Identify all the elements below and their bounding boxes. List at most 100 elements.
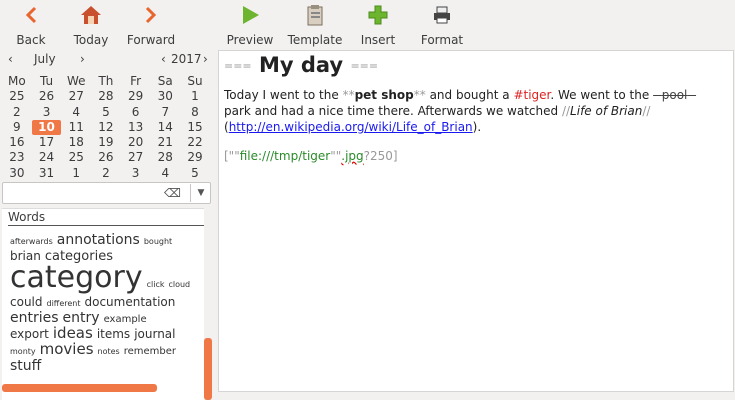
calendar-day[interactable]: 25	[61, 150, 91, 165]
search-input[interactable]	[5, 185, 155, 201]
toolbar: Back Today Forward Preview Template Inse…	[0, 0, 735, 50]
calendar-day[interactable]: 9	[2, 120, 32, 135]
forward-button[interactable]: Forward	[124, 4, 178, 48]
calendar-day[interactable]: 21	[150, 135, 180, 150]
cloud-word[interactable]: category	[10, 263, 143, 293]
plus-icon	[368, 4, 388, 26]
calendar-day[interactable]: 17	[32, 135, 62, 150]
strike-marker: --	[653, 88, 662, 102]
calendar-day[interactable]: 7	[150, 105, 180, 120]
text-run: ).	[472, 120, 482, 134]
home-icon	[80, 4, 102, 26]
calendar-day[interactable]: 28	[150, 150, 180, 165]
text-run: park and had a nice time there. Afterwar…	[224, 104, 562, 118]
calendar-day[interactable]: 8	[180, 105, 210, 120]
cloud-word[interactable]: journal	[134, 328, 175, 340]
cloud-word[interactable]: remember	[124, 347, 176, 357]
preview-button[interactable]: Preview	[226, 4, 274, 48]
cloud-word[interactable]: cloud	[168, 281, 190, 289]
calendar-day[interactable]: 13	[121, 120, 151, 135]
calendar-day[interactable]: 10	[31, 119, 62, 136]
calendar-day[interactable]: 1	[61, 166, 91, 181]
cloud-word[interactable]: different	[47, 300, 81, 308]
calendar-day[interactable]: 12	[91, 120, 121, 135]
back-button[interactable]: Back	[12, 4, 50, 48]
calendar-day[interactable]: 14	[150, 120, 180, 135]
cloud-word[interactable]: example	[104, 315, 147, 325]
word-cloud-scroll-thumb[interactable]	[204, 338, 212, 400]
horizontal-scroll-thumb[interactable]	[2, 384, 157, 392]
calendar-day[interactable]: 4	[150, 166, 180, 181]
calendar-day[interactable]: 30	[2, 166, 32, 181]
cloud-word[interactable]: could	[10, 296, 43, 308]
calendar-day[interactable]: 2	[2, 105, 32, 120]
dropdown-arrow-icon[interactable]: ▼	[190, 184, 211, 202]
calendar-day[interactable]: 15	[180, 120, 210, 135]
calendar-day[interactable]: 25	[2, 89, 32, 104]
image-url[interactable]: file:///tmp/tiger	[240, 149, 330, 163]
calendar-day[interactable]: 27	[61, 89, 91, 104]
cloud-word[interactable]: notes	[98, 348, 120, 356]
cloud-word[interactable]: monty	[10, 348, 36, 356]
calendar-day[interactable]: 6	[121, 105, 151, 120]
calendar-day[interactable]: 16	[2, 135, 32, 150]
cloud-word[interactable]: stuff	[10, 359, 41, 373]
cloud-word[interactable]: afterwards	[10, 238, 53, 246]
cloud-word[interactable]: movies	[40, 342, 94, 357]
calendar-day[interactable]: 11	[61, 120, 91, 135]
editor[interactable]: === My day === Today I went to the **pet…	[218, 50, 734, 392]
calendar-day[interactable]: 3	[121, 166, 151, 181]
back-label: Back	[16, 33, 46, 47]
calendar-day[interactable]: 28	[91, 89, 121, 104]
prev-year-button[interactable]: ‹	[161, 52, 166, 66]
title-marker-close: ===	[350, 59, 379, 73]
calendar-day[interactable]: 19	[91, 135, 121, 150]
cloud-word[interactable]: click	[147, 281, 165, 289]
format-button[interactable]: Format	[418, 4, 466, 48]
cloud-word[interactable]: entries	[10, 311, 59, 325]
calendar-day[interactable]: 29	[180, 150, 210, 165]
clear-icon[interactable]: ⌫	[164, 186, 181, 200]
calendar-day[interactable]: 26	[91, 150, 121, 165]
cloud-word[interactable]: documentation	[84, 296, 175, 308]
calendar-day[interactable]: 26	[32, 89, 62, 104]
calendar-day[interactable]: 29	[121, 89, 151, 104]
play-icon	[239, 4, 261, 26]
calendar-day[interactable]: 5	[91, 105, 121, 120]
calendar-week-row: 2345678	[2, 105, 210, 120]
calendar-day[interactable]: 4	[61, 105, 91, 120]
calendar-day[interactable]: 18	[61, 135, 91, 150]
preview-label: Preview	[226, 33, 274, 47]
calendar-day[interactable]: 20	[121, 135, 151, 150]
italic-marker: //	[642, 104, 651, 118]
cloud-word[interactable]: annotations	[57, 233, 140, 247]
template-button[interactable]: Template	[286, 4, 344, 48]
italic-marker: //	[561, 104, 571, 118]
insert-button[interactable]: Insert	[358, 4, 398, 48]
calendar-day[interactable]: 30	[150, 89, 180, 104]
calendar-week-row: 16 17 18 19 20 21 22	[2, 135, 210, 150]
cloud-word[interactable]: export	[10, 328, 49, 340]
calendar-day[interactable]: 23	[2, 150, 32, 165]
weekday-row: Mo Tu We Th Fr Sa Su	[2, 74, 210, 89]
cloud-word[interactable]: items	[97, 328, 130, 340]
cloud-word[interactable]: bought	[144, 238, 172, 246]
today-button[interactable]: Today	[70, 4, 112, 48]
tag-link[interactable]: #tiger	[513, 88, 550, 102]
calendar-day[interactable]: 3	[32, 105, 62, 120]
wiki-link[interactable]: http://en.wikipedia.org/wiki/Life_of_Bri…	[229, 120, 473, 134]
bold-marker: **	[413, 88, 426, 102]
next-year-button[interactable]: ›	[203, 52, 208, 66]
today-label: Today	[73, 33, 109, 47]
calendar-day[interactable]: 1	[180, 89, 210, 104]
next-month-button[interactable]: ›	[80, 52, 85, 66]
calendar-day[interactable]: 31	[32, 166, 62, 181]
cloud-word[interactable]: ideas	[53, 326, 93, 341]
calendar-day[interactable]: 22	[180, 135, 210, 150]
calendar-day[interactable]: 24	[32, 150, 62, 165]
cloud-word[interactable]: entry	[63, 311, 100, 325]
calendar-day[interactable]: 2	[91, 166, 121, 181]
prev-month-button[interactable]: ‹	[8, 52, 13, 66]
calendar-day[interactable]: 5	[180, 166, 210, 181]
calendar-day[interactable]: 27	[121, 150, 151, 165]
